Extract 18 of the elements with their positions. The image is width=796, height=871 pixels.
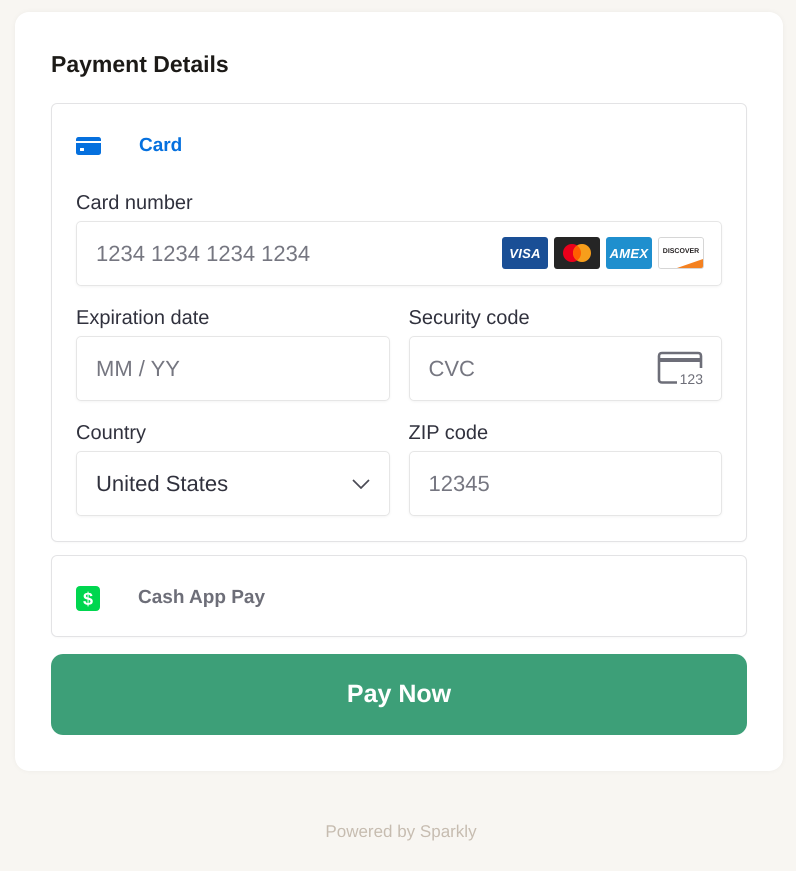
payment-method-tab[interactable]: $ Cash App Pay: [76, 575, 266, 621]
payment-details-title: Payment Details: [51, 50, 229, 78]
powered-by-text: Powered by Sparkly: [325, 821, 477, 843]
credit-card-icon: [76, 137, 101, 155]
field-label: Card number: [76, 191, 193, 215]
card-brand-logo: VISA: [502, 237, 548, 269]
pay-now-button[interactable]: Pay Now: [51, 654, 747, 735]
input-field[interactable]: 12345: [408, 451, 722, 516]
country-select[interactable]: United States: [76, 451, 390, 516]
input-field[interactable]: MM / YY: [76, 336, 390, 401]
dollar-sign-icon: $: [76, 586, 100, 610]
payment-method-tab[interactable]: Card: [76, 123, 182, 169]
card-brand-logo: AMEX: [606, 237, 652, 269]
field-label: ZIP code: [408, 421, 488, 445]
field-label: Security code: [408, 306, 530, 330]
field-label: Country: [76, 421, 146, 445]
field-label: Expiration date: [76, 306, 210, 330]
chevron-down-icon: [352, 478, 370, 488]
